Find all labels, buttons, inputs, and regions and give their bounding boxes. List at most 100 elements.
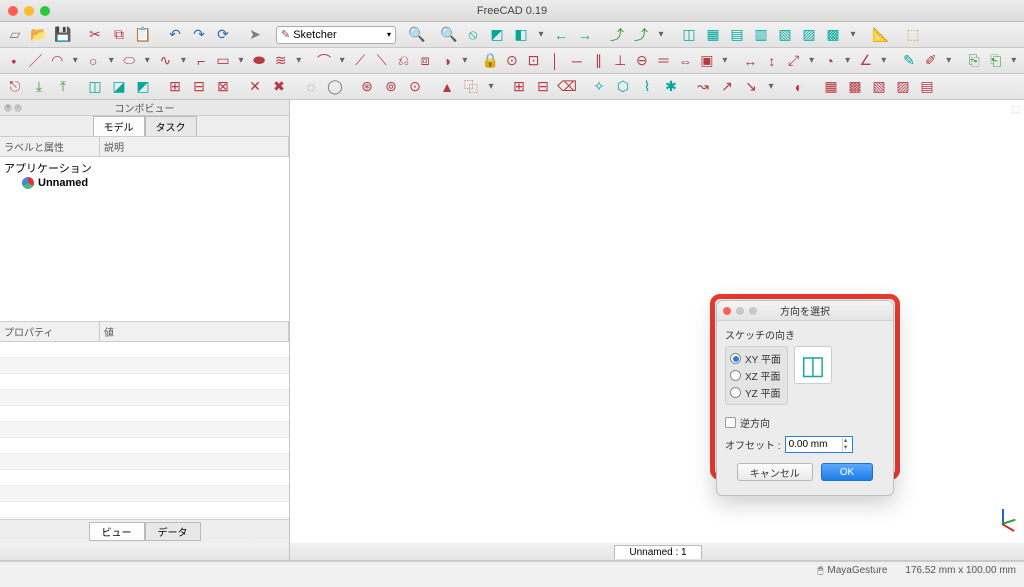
sk-fillet-icon[interactable]: ⌒ — [314, 50, 334, 72]
sk-ellipse-icon[interactable]: ⬭ — [119, 50, 139, 72]
workbench-selector[interactable]: ✎Sketcher▾ — [276, 26, 396, 44]
tree-root[interactable]: アプリケーション — [4, 159, 285, 177]
sk-slot-icon[interactable]: ⬬ — [249, 50, 269, 72]
chevron-down-icon[interactable]: ▾ — [69, 55, 81, 66]
panel-undock-icon[interactable]: ◦ — [14, 104, 22, 112]
top-icon[interactable]: ▤ — [726, 24, 748, 46]
cons-equal-icon[interactable]: ＝ — [654, 50, 674, 72]
sk-extern-icon[interactable]: ⎌ — [394, 50, 414, 72]
sk-clone-icon[interactable]: ⿻ — [460, 76, 482, 98]
redo-icon[interactable]: ↷ — [188, 24, 210, 46]
sk-rect-icon[interactable]: ▭ — [213, 50, 233, 72]
ok-button[interactable]: OK — [821, 463, 873, 481]
cons-ptobj-icon[interactable]: ⊡ — [524, 50, 544, 72]
copy-icon[interactable]: ⧉ — [108, 24, 130, 46]
right-icon[interactable]: ▥ — [750, 24, 772, 46]
tree-doc-item[interactable]: Unnamed — [4, 177, 285, 189]
tab-tasks[interactable]: タスク — [145, 116, 197, 136]
radio-yz-plane[interactable]: YZ 平面 — [730, 385, 781, 400]
new-file-icon[interactable]: ▱ — [4, 24, 26, 46]
undo-icon[interactable]: ↶ — [164, 24, 186, 46]
dim-hlen-icon[interactable]: ↔ — [740, 50, 760, 72]
cons-horiz-icon[interactable]: ─ — [567, 50, 587, 72]
property-grid[interactable] — [0, 342, 289, 519]
dim-ang-icon[interactable]: ∠ — [856, 50, 876, 72]
chevron-down-icon[interactable]: ▾ — [943, 55, 955, 66]
sk-circle-icon[interactable]: ○ — [83, 50, 103, 72]
nav-cube-icon[interactable]: ⬚ — [1011, 104, 1020, 115]
nav-left-icon[interactable]: ← — [550, 24, 572, 46]
panel-close-icon[interactable]: × — [4, 104, 12, 112]
chevron-down-icon[interactable]: ▾ — [459, 55, 471, 66]
chevron-down-icon[interactable]: ▾ — [141, 55, 153, 66]
bsp-decdeg-icon[interactable]: ↘ — [740, 76, 762, 98]
sk-toggle-icon[interactable]: ◑ — [437, 50, 457, 72]
sk-mirror-icon[interactable]: ⊟ — [188, 76, 210, 98]
chevron-down-icon[interactable]: ▾ — [293, 55, 305, 66]
bsp-incdeg-icon[interactable]: ↗ — [716, 76, 738, 98]
vs-c-icon[interactable]: ▧ — [868, 76, 890, 98]
radio-xz-plane[interactable]: XZ 平面 — [730, 368, 781, 383]
3d-viewport[interactable]: ⬚ 方向を選択 スケッチの向き X — [290, 100, 1024, 543]
sk-edit-icon[interactable]: ✐ — [921, 50, 941, 72]
offset-spinbox[interactable]: ▲▼ — [785, 436, 853, 453]
chevron-down-icon[interactable]: ▾ — [654, 29, 668, 40]
sk-stop-icon[interactable]: ✖ — [268, 76, 290, 98]
chevron-down-icon[interactable]: ▾ — [846, 29, 860, 40]
cons-block-icon[interactable]: ▣ — [697, 50, 717, 72]
chevron-down-icon[interactable]: ▾ — [177, 55, 189, 66]
model-tree[interactable]: アプリケーション Unnamed — [0, 157, 289, 321]
paste-icon[interactable]: 📋 — [132, 24, 154, 46]
chevron-down-icon[interactable]: ▾ — [534, 29, 548, 40]
sk-extend-icon[interactable]: ⟍ — [372, 50, 392, 72]
sk-section-icon[interactable]: ⤒ — [52, 76, 74, 98]
cons-coinc-icon[interactable]: ⊙ — [502, 50, 522, 72]
chevron-down-icon[interactable]: ▾ — [764, 81, 778, 92]
sk-carbon-icon[interactable]: ⧈ — [415, 50, 435, 72]
save-icon[interactable]: 💾 — [52, 24, 74, 46]
reverse-checkbox[interactable]: 逆方向 — [725, 415, 885, 430]
bsp-poly-icon[interactable]: ⬡ — [612, 76, 634, 98]
cons-vert-icon[interactable]: │ — [545, 50, 565, 72]
bottom-icon[interactable]: ▨ — [798, 24, 820, 46]
part-box-icon[interactable]: ⬚ — [902, 24, 924, 46]
chevron-down-icon[interactable]: ▾ — [105, 55, 117, 66]
chevron-down-icon[interactable]: ▾ — [878, 55, 890, 66]
zoom-fit-icon[interactable]: 🔍 — [406, 24, 428, 46]
vs-a-icon[interactable]: ▦ — [820, 76, 842, 98]
sk-trim-icon[interactable]: ⟋ — [350, 50, 370, 72]
view-nosel-icon[interactable]: ⦸ — [462, 24, 484, 46]
view-sel-icon[interactable]: ◩ — [486, 24, 508, 46]
dim-len-icon[interactable]: ⤢ — [784, 50, 804, 72]
cursor-icon[interactable]: ➤ — [244, 24, 266, 46]
sk-close-icon[interactable]: ✕ — [244, 76, 266, 98]
sk-reorient-icon[interactable]: ◪ — [108, 76, 130, 98]
chevron-down-icon[interactable]: ▾ — [719, 55, 731, 66]
measure-icon[interactable]: 📐 — [870, 24, 892, 46]
sk-rem-icon[interactable]: ⊟ — [532, 76, 554, 98]
sk-merge-icon[interactable]: ⊞ — [164, 76, 186, 98]
spin-arrows-icon[interactable]: ▲▼ — [842, 438, 852, 452]
sk-leave-icon[interactable]: ⎋ — [4, 76, 26, 98]
iso-icon[interactable]: ◫ — [678, 24, 700, 46]
dialog-titlebar[interactable]: 方向を選択 — [717, 301, 893, 321]
cons-perp-icon[interactable]: ⊥ — [610, 50, 630, 72]
cons-tang-icon[interactable]: ⊖ — [632, 50, 652, 72]
bsp-knot-icon[interactable]: ✱ — [660, 76, 682, 98]
sk-selha-icon[interactable]: ⊙ — [404, 76, 426, 98]
link-act-icon[interactable]: ⎗ — [986, 50, 1006, 72]
tab-data[interactable]: データ — [145, 522, 201, 541]
tab-view[interactable]: ビュー — [89, 522, 145, 541]
sk-rectarr-icon[interactable]: ⊞ — [508, 76, 530, 98]
sk-map-icon[interactable]: ◫ — [84, 76, 106, 98]
sk-view-icon[interactable]: ⤓ — [28, 76, 50, 98]
cons-para-icon[interactable]: ∥ — [589, 50, 609, 72]
cut-icon[interactable]: ✂ — [84, 24, 106, 46]
sk-polyline-icon[interactable]: ⌐ — [192, 50, 212, 72]
sk-selorig-icon[interactable]: ⊛ — [356, 76, 378, 98]
mdi-tab[interactable]: Unnamed : 1 — [614, 545, 701, 559]
left-icon[interactable]: ▩ — [822, 24, 844, 46]
sk-del-icon[interactable]: ⊠ — [212, 76, 234, 98]
sk-symb-icon[interactable]: ≋ — [271, 50, 291, 72]
rear-icon[interactable]: ▧ — [774, 24, 796, 46]
